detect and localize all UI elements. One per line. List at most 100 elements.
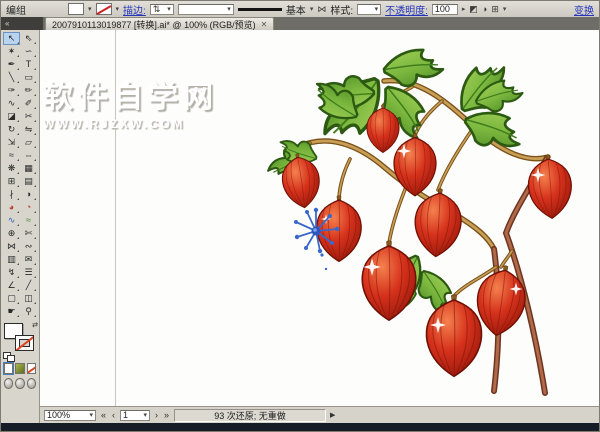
context-label: 编组	[6, 2, 26, 17]
smooth-tool[interactable]: ∿	[3, 97, 20, 110]
main-area: ↖⇖✶∽✒T╲▭✑✏∿✐◪✂↻⇋⇲▱≈⇔❋▦⊞▤∤◑◕◔∿≈⊕✄⋈∾▥✉↯☰∠╱…	[1, 30, 599, 423]
gradient-button[interactable]	[15, 363, 24, 374]
free-transform-tool[interactable]: ⇔	[20, 149, 37, 162]
align-grid-dropdown-icon[interactable]: ▾	[503, 5, 507, 13]
document-area: 软件自学网 WWW.RJZXW.COM	[40, 30, 599, 423]
stroke-dropdown-icon[interactable]: ▾	[116, 5, 120, 13]
measure-tool[interactable]: ∠	[3, 279, 20, 292]
reflect-tool[interactable]: ⇋	[20, 123, 37, 136]
style-field[interactable]: ▾	[357, 4, 381, 15]
color-button[interactable]	[4, 363, 13, 374]
selection-tool[interactable]: ↖	[3, 32, 20, 45]
page-number-value: 1	[123, 410, 128, 420]
next-page-button[interactable]: ›	[154, 410, 159, 420]
scribble-tool[interactable]: ↯	[3, 266, 20, 279]
align-grid-icon[interactable]: ⊞	[491, 4, 499, 15]
knife-tool[interactable]: ╱	[20, 279, 37, 292]
swap-fill-stroke-icon[interactable]: ⇄	[32, 321, 38, 329]
live-paint-selection-tool[interactable]: ◔	[20, 201, 37, 214]
brush-definition-field[interactable]: ▾	[178, 4, 234, 15]
stroke-swatch[interactable]	[15, 335, 34, 351]
stroke-weight-field[interactable]: ⇅ ▾	[150, 4, 174, 15]
last-page-button[interactable]: »	[163, 410, 170, 420]
fill-dropdown-icon[interactable]: ▾	[88, 5, 92, 13]
status-bar: 100% ▾ « ‹ 1 ▾ › » 93 次还原; 无重做 ▶	[40, 406, 599, 423]
hand-tool[interactable]: ☛	[3, 305, 20, 318]
rotate-tool[interactable]: ↻	[3, 123, 20, 136]
type-tool[interactable]: T	[20, 58, 37, 71]
graph-tool[interactable]: ▦	[20, 162, 37, 175]
lasso-tool[interactable]: ∽	[20, 45, 37, 58]
slice-tool[interactable]: ✄	[20, 227, 37, 240]
artboard-tool[interactable]: ⊕	[3, 227, 20, 240]
scale-tool[interactable]: ⇲	[3, 136, 20, 149]
fill-color-swatch[interactable]	[68, 3, 84, 15]
none-button[interactable]	[27, 363, 36, 374]
blend-tool[interactable]: ◑	[20, 188, 37, 201]
envelope-mesh-tool[interactable]: ✉	[20, 253, 37, 266]
pencil-tool[interactable]: ✏	[20, 84, 37, 97]
pen-tool[interactable]: ✒	[3, 58, 20, 71]
stroke-weight-spinner-icon[interactable]: ⇅	[153, 4, 161, 15]
normal-screen-mode-button[interactable]	[4, 378, 13, 389]
brush-stroke-name[interactable]: 基本	[286, 2, 306, 17]
paintbrush-tool[interactable]: ✑	[3, 84, 20, 97]
brush-dropdown-icon[interactable]: ▾	[227, 5, 231, 13]
stroke-color-swatch[interactable]	[96, 3, 112, 15]
document-tab[interactable]: 2007910113019877 [转换].ai* @ 100% (RGB/预览…	[45, 17, 274, 30]
page-dropdown-icon[interactable]: ▾	[144, 411, 148, 419]
rectangle-tool[interactable]: ▭	[20, 71, 37, 84]
first-page-button[interactable]: «	[100, 410, 107, 420]
isolate-object-icon[interactable]: ◩	[469, 4, 478, 15]
slice-select-tool[interactable]: ◫	[20, 292, 37, 305]
blob-brush-tool[interactable]: ✐	[20, 97, 37, 110]
mesh-tool[interactable]: ⊞	[3, 175, 20, 188]
live-paint-bucket-tool[interactable]: ◕	[3, 201, 20, 214]
page-number-field[interactable]: 1 ▾	[120, 410, 150, 421]
zoom-tool[interactable]: ⚲	[20, 305, 37, 318]
status-flyout-icon[interactable]: ▶	[330, 411, 335, 419]
eyedropper-tool[interactable]: ∤	[3, 188, 20, 201]
direct-selection-tool[interactable]: ⇖	[20, 32, 37, 45]
symbol-sprayer-tool[interactable]: ❋	[3, 162, 20, 175]
watermark: 软件自学网 WWW.RJZXW.COM	[43, 72, 218, 131]
line-segment-tool[interactable]: ╲	[3, 71, 20, 84]
artboard-edge-line	[115, 30, 116, 406]
full-screen-menu-mode-button[interactable]	[15, 378, 24, 389]
zoom-level-value: 100%	[47, 410, 70, 420]
panel-collapse-icon[interactable]: «	[5, 19, 9, 28]
stroke-weight-dropdown-icon[interactable]: ▾	[167, 5, 171, 13]
zoom-level-field[interactable]: 100% ▾	[44, 410, 96, 421]
zoom-dropdown-icon[interactable]: ▾	[89, 411, 93, 419]
previous-page-button[interactable]: ‹	[111, 410, 116, 420]
options-tool[interactable]: ☰	[20, 266, 37, 279]
opacity-stepper-icon[interactable]: ▸	[462, 5, 466, 13]
full-screen-mode-button[interactable]	[27, 378, 36, 389]
stroke-preview-line	[238, 8, 282, 11]
warp-tool[interactable]: ≈	[3, 149, 20, 162]
gradient-tool[interactable]: ▤	[20, 175, 37, 188]
live-trace-tool[interactable]: ∿	[3, 214, 20, 227]
toolbox-tools: ↖⇖✶∽✒T╲▭✑✏∿✐◪✂↻⇋⇲▱≈⇔❋▦⊞▤∤◑◕◔∿≈⊕✄⋈∾▥✉↯☰∠╱…	[1, 30, 39, 318]
recolor-artwork-icon[interactable]: ◑	[482, 4, 487, 14]
opacity-panel-link[interactable]: 不透明度:	[385, 2, 428, 17]
ribbon-distort-tool[interactable]: ∾	[20, 240, 37, 253]
shear-tool[interactable]: ▱	[20, 136, 37, 149]
tab-close-icon[interactable]: ✕	[261, 20, 268, 29]
magic-wand-tool[interactable]: ✶	[3, 45, 20, 58]
stroke-panel-link[interactable]: 描边:	[123, 2, 146, 17]
eraser-tool[interactable]: ◪	[3, 110, 20, 123]
envelope-tool[interactable]: ⋈	[3, 240, 20, 253]
style-dropdown-icon[interactable]: ▾	[375, 5, 379, 13]
canvas[interactable]: 软件自学网 WWW.RJZXW.COM	[40, 30, 599, 406]
opacity-field[interactable]: 100	[432, 4, 458, 15]
link-icon[interactable]: ⋈	[317, 4, 326, 15]
pattern-curve-tool[interactable]: ≈	[20, 214, 37, 227]
scissors-tool[interactable]: ✂	[20, 110, 37, 123]
column-graph-tool[interactable]: ▥	[3, 253, 20, 266]
status-info-field[interactable]: 93 次还原; 无重做	[174, 409, 326, 422]
tools-panel-header[interactable]: «	[1, 17, 43, 30]
transform-panel-link[interactable]: 变换	[574, 2, 594, 17]
crop-tool[interactable]: ▢	[3, 292, 20, 305]
brush-stroke-dropdown-icon[interactable]: ▾	[310, 5, 314, 13]
